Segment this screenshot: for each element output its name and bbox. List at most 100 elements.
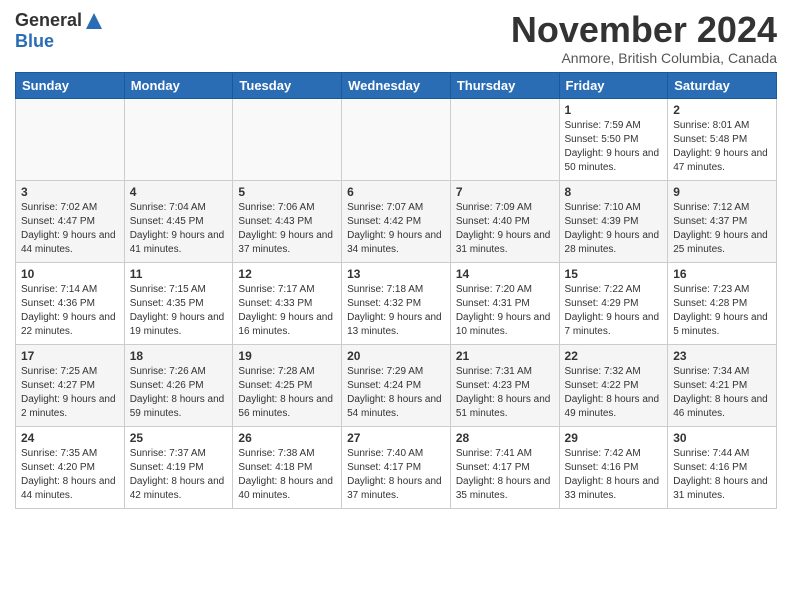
calendar-cell bbox=[342, 98, 451, 180]
calendar-week-1: 1 Sunrise: 7:59 AM Sunset: 5:50 PM Daylig… bbox=[16, 98, 777, 180]
calendar-cell: 27 Sunrise: 7:40 AM Sunset: 4:17 PM Dayli… bbox=[342, 426, 451, 508]
day-info: Sunrise: 7:35 AM Sunset: 4:20 PM Dayligh… bbox=[21, 447, 119, 503]
calendar-cell: 19 Sunrise: 7:28 AM Sunset: 4:25 PM Dayli… bbox=[233, 344, 342, 426]
calendar-cell: 30 Sunrise: 7:44 AM Sunset: 4:16 PM Dayli… bbox=[668, 426, 777, 508]
logo-icon bbox=[84, 11, 104, 31]
header-saturday: Saturday bbox=[668, 72, 777, 98]
calendar-cell: 1 Sunrise: 7:59 AM Sunset: 5:50 PM Daylig… bbox=[559, 98, 668, 180]
day-info: Sunrise: 7:10 AM Sunset: 4:39 PM Dayligh… bbox=[565, 201, 663, 257]
day-info: Sunrise: 8:01 AM Sunset: 5:48 PM Dayligh… bbox=[673, 119, 771, 175]
day-number: 12 bbox=[238, 267, 336, 281]
day-info: Sunrise: 7:37 AM Sunset: 4:19 PM Dayligh… bbox=[130, 447, 228, 503]
calendar-cell bbox=[233, 98, 342, 180]
calendar-cell: 10 Sunrise: 7:14 AM Sunset: 4:36 PM Dayli… bbox=[16, 262, 125, 344]
day-info: Sunrise: 7:40 AM Sunset: 4:17 PM Dayligh… bbox=[347, 447, 445, 503]
day-info: Sunrise: 7:34 AM Sunset: 4:21 PM Dayligh… bbox=[673, 365, 771, 421]
calendar-cell: 14 Sunrise: 7:20 AM Sunset: 4:31 PM Dayli… bbox=[450, 262, 559, 344]
calendar-cell bbox=[16, 98, 125, 180]
calendar-cell: 2 Sunrise: 8:01 AM Sunset: 5:48 PM Daylig… bbox=[668, 98, 777, 180]
header-thursday: Thursday bbox=[450, 72, 559, 98]
calendar-cell: 22 Sunrise: 7:32 AM Sunset: 4:22 PM Dayli… bbox=[559, 344, 668, 426]
day-number: 23 bbox=[673, 349, 771, 363]
day-number: 5 bbox=[238, 185, 336, 199]
day-number: 1 bbox=[565, 103, 663, 117]
header-monday: Monday bbox=[124, 72, 233, 98]
day-info: Sunrise: 7:29 AM Sunset: 4:24 PM Dayligh… bbox=[347, 365, 445, 421]
day-info: Sunrise: 7:32 AM Sunset: 4:22 PM Dayligh… bbox=[565, 365, 663, 421]
calendar-cell: 5 Sunrise: 7:06 AM Sunset: 4:43 PM Daylig… bbox=[233, 180, 342, 262]
day-info: Sunrise: 7:38 AM Sunset: 4:18 PM Dayligh… bbox=[238, 447, 336, 503]
header-wednesday: Wednesday bbox=[342, 72, 451, 98]
calendar-cell: 8 Sunrise: 7:10 AM Sunset: 4:39 PM Daylig… bbox=[559, 180, 668, 262]
calendar-week-3: 10 Sunrise: 7:14 AM Sunset: 4:36 PM Dayli… bbox=[16, 262, 777, 344]
calendar-cell: 4Sunrise: 7:04 AM Sunset: 4:45 PM Daylig… bbox=[124, 180, 233, 262]
day-number: 6 bbox=[347, 185, 445, 199]
day-number: 18 bbox=[130, 349, 228, 363]
calendar-cell: 7Sunrise: 7:09 AM Sunset: 4:40 PM Daylig… bbox=[450, 180, 559, 262]
day-info: Sunrise: 7:26 AM Sunset: 4:26 PM Dayligh… bbox=[130, 365, 228, 421]
day-info: Sunrise: 7:06 AM Sunset: 4:43 PM Dayligh… bbox=[238, 201, 336, 257]
day-number: 8 bbox=[565, 185, 663, 199]
calendar-cell: 26 Sunrise: 7:38 AM Sunset: 4:18 PM Dayli… bbox=[233, 426, 342, 508]
calendar-cell: 6Sunrise: 7:07 AM Sunset: 4:42 PM Daylig… bbox=[342, 180, 451, 262]
calendar-cell: 21Sunrise: 7:31 AM Sunset: 4:23 PM Dayli… bbox=[450, 344, 559, 426]
month-title: November 2024 bbox=[511, 10, 777, 50]
header-tuesday: Tuesday bbox=[233, 72, 342, 98]
day-number: 30 bbox=[673, 431, 771, 445]
day-info: Sunrise: 7:09 AM Sunset: 4:40 PM Dayligh… bbox=[456, 201, 554, 257]
day-number: 11 bbox=[130, 267, 228, 281]
calendar-cell: 16 Sunrise: 7:23 AM Sunset: 4:28 PM Dayli… bbox=[668, 262, 777, 344]
day-number: 17 bbox=[21, 349, 119, 363]
calendar-cell: 24 Sunrise: 7:35 AM Sunset: 4:20 PM Dayli… bbox=[16, 426, 125, 508]
day-info: Sunrise: 7:25 AM Sunset: 4:27 PM Dayligh… bbox=[21, 365, 119, 421]
day-number: 16 bbox=[673, 267, 771, 281]
calendar-cell: 29 Sunrise: 7:42 AM Sunset: 4:16 PM Dayli… bbox=[559, 426, 668, 508]
day-number: 28 bbox=[456, 431, 554, 445]
day-info: Sunrise: 7:15 AM Sunset: 4:35 PM Dayligh… bbox=[130, 283, 228, 339]
day-info: Sunrise: 7:12 AM Sunset: 4:37 PM Dayligh… bbox=[673, 201, 771, 257]
calendar-cell bbox=[450, 98, 559, 180]
day-number: 29 bbox=[565, 431, 663, 445]
day-number: 3 bbox=[21, 185, 119, 199]
day-info: Sunrise: 7:23 AM Sunset: 4:28 PM Dayligh… bbox=[673, 283, 771, 339]
page-container: General Blue November 2024 Anmore, Briti… bbox=[0, 0, 792, 514]
calendar-cell: 12Sunrise: 7:17 AM Sunset: 4:33 PM Dayli… bbox=[233, 262, 342, 344]
calendar-table: Sunday Monday Tuesday Wednesday Thursday… bbox=[15, 72, 777, 509]
header-sunday: Sunday bbox=[16, 72, 125, 98]
day-number: 14 bbox=[456, 267, 554, 281]
day-number: 25 bbox=[130, 431, 228, 445]
day-number: 2 bbox=[673, 103, 771, 117]
day-info: Sunrise: 7:59 AM Sunset: 5:50 PM Dayligh… bbox=[565, 119, 663, 175]
logo-blue-text: Blue bbox=[15, 31, 54, 52]
day-info: Sunrise: 7:14 AM Sunset: 4:36 PM Dayligh… bbox=[21, 283, 119, 339]
day-number: 27 bbox=[347, 431, 445, 445]
title-area: November 2024 Anmore, British Columbia, … bbox=[511, 10, 777, 66]
calendar-cell: 20Sunrise: 7:29 AM Sunset: 4:24 PM Dayli… bbox=[342, 344, 451, 426]
day-number: 24 bbox=[21, 431, 119, 445]
calendar-header-row: Sunday Monday Tuesday Wednesday Thursday… bbox=[16, 72, 777, 98]
day-info: Sunrise: 7:18 AM Sunset: 4:32 PM Dayligh… bbox=[347, 283, 445, 339]
day-info: Sunrise: 7:04 AM Sunset: 4:45 PM Dayligh… bbox=[130, 201, 228, 257]
header-friday: Friday bbox=[559, 72, 668, 98]
location: Anmore, British Columbia, Canada bbox=[511, 50, 777, 66]
day-number: 26 bbox=[238, 431, 336, 445]
day-number: 13 bbox=[347, 267, 445, 281]
day-info: Sunrise: 7:41 AM Sunset: 4:17 PM Dayligh… bbox=[456, 447, 554, 503]
day-info: Sunrise: 7:44 AM Sunset: 4:16 PM Dayligh… bbox=[673, 447, 771, 503]
day-info: Sunrise: 7:42 AM Sunset: 4:16 PM Dayligh… bbox=[565, 447, 663, 503]
day-info: Sunrise: 7:02 AM Sunset: 4:47 PM Dayligh… bbox=[21, 201, 119, 257]
logo-general-text: General bbox=[15, 10, 82, 31]
day-info: Sunrise: 7:28 AM Sunset: 4:25 PM Dayligh… bbox=[238, 365, 336, 421]
calendar-cell: 28 Sunrise: 7:41 AM Sunset: 4:17 PM Dayli… bbox=[450, 426, 559, 508]
calendar-week-4: 17 Sunrise: 7:25 AM Sunset: 4:27 PM Dayli… bbox=[16, 344, 777, 426]
day-number: 19 bbox=[238, 349, 336, 363]
day-number: 9 bbox=[673, 185, 771, 199]
calendar-cell: 25 Sunrise: 7:37 AM Sunset: 4:19 PM Dayli… bbox=[124, 426, 233, 508]
day-number: 22 bbox=[565, 349, 663, 363]
calendar-cell: 11 Sunrise: 7:15 AM Sunset: 4:35 PM Dayli… bbox=[124, 262, 233, 344]
calendar-week-5: 24 Sunrise: 7:35 AM Sunset: 4:20 PM Dayli… bbox=[16, 426, 777, 508]
day-info: Sunrise: 7:20 AM Sunset: 4:31 PM Dayligh… bbox=[456, 283, 554, 339]
day-number: 10 bbox=[21, 267, 119, 281]
calendar-cell: 3 Sunrise: 7:02 AM Sunset: 4:47 PM Daylig… bbox=[16, 180, 125, 262]
calendar-week-2: 3 Sunrise: 7:02 AM Sunset: 4:47 PM Daylig… bbox=[16, 180, 777, 262]
